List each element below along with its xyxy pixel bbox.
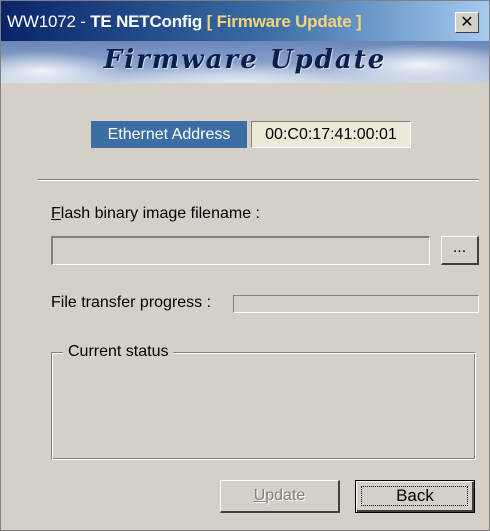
back-button[interactable]: Back bbox=[355, 480, 475, 513]
window-title-main: TE NETConfig bbox=[90, 12, 207, 31]
transfer-progress-bar bbox=[233, 295, 479, 313]
header-banner: Firmware Update bbox=[1, 41, 489, 83]
ethernet-address-value: 00:C0:17:41:00:01 bbox=[251, 121, 411, 148]
window-title-app: WW1072 - bbox=[7, 12, 91, 31]
update-access-key: U bbox=[253, 487, 266, 504]
flash-filename-input[interactable] bbox=[51, 236, 430, 265]
flash-filename-label: Flash binary image filename : bbox=[51, 205, 260, 223]
update-label: pdate bbox=[265, 487, 306, 504]
current-status-group bbox=[51, 352, 476, 460]
firmware-update-dialog: WW1072 - TE NETConfig [ Firmware Update … bbox=[0, 0, 490, 531]
window-title: WW1072 - TE NETConfig [ Firmware Update … bbox=[7, 12, 362, 32]
browse-button[interactable]: ... bbox=[441, 236, 479, 265]
transfer-progress-label: File transfer progress : bbox=[51, 294, 212, 311]
update-button[interactable]: Update bbox=[220, 480, 340, 513]
back-label: Back bbox=[396, 486, 434, 505]
current-status-legend: Current status bbox=[63, 343, 174, 361]
flash-label-access-key: F bbox=[51, 205, 61, 222]
close-button[interactable]: ✕ bbox=[455, 12, 479, 33]
banner-heading: Firmware Update bbox=[103, 45, 387, 75]
separator-line bbox=[37, 179, 479, 181]
close-icon: ✕ bbox=[460, 12, 474, 31]
title-bar[interactable]: WW1072 - TE NETConfig [ Firmware Update … bbox=[1, 1, 489, 41]
window-title-section: [ Firmware Update ] bbox=[206, 12, 362, 31]
flash-label-text: lash binary image filename : bbox=[60, 205, 260, 222]
ethernet-address-label: Ethernet Address bbox=[91, 121, 247, 148]
